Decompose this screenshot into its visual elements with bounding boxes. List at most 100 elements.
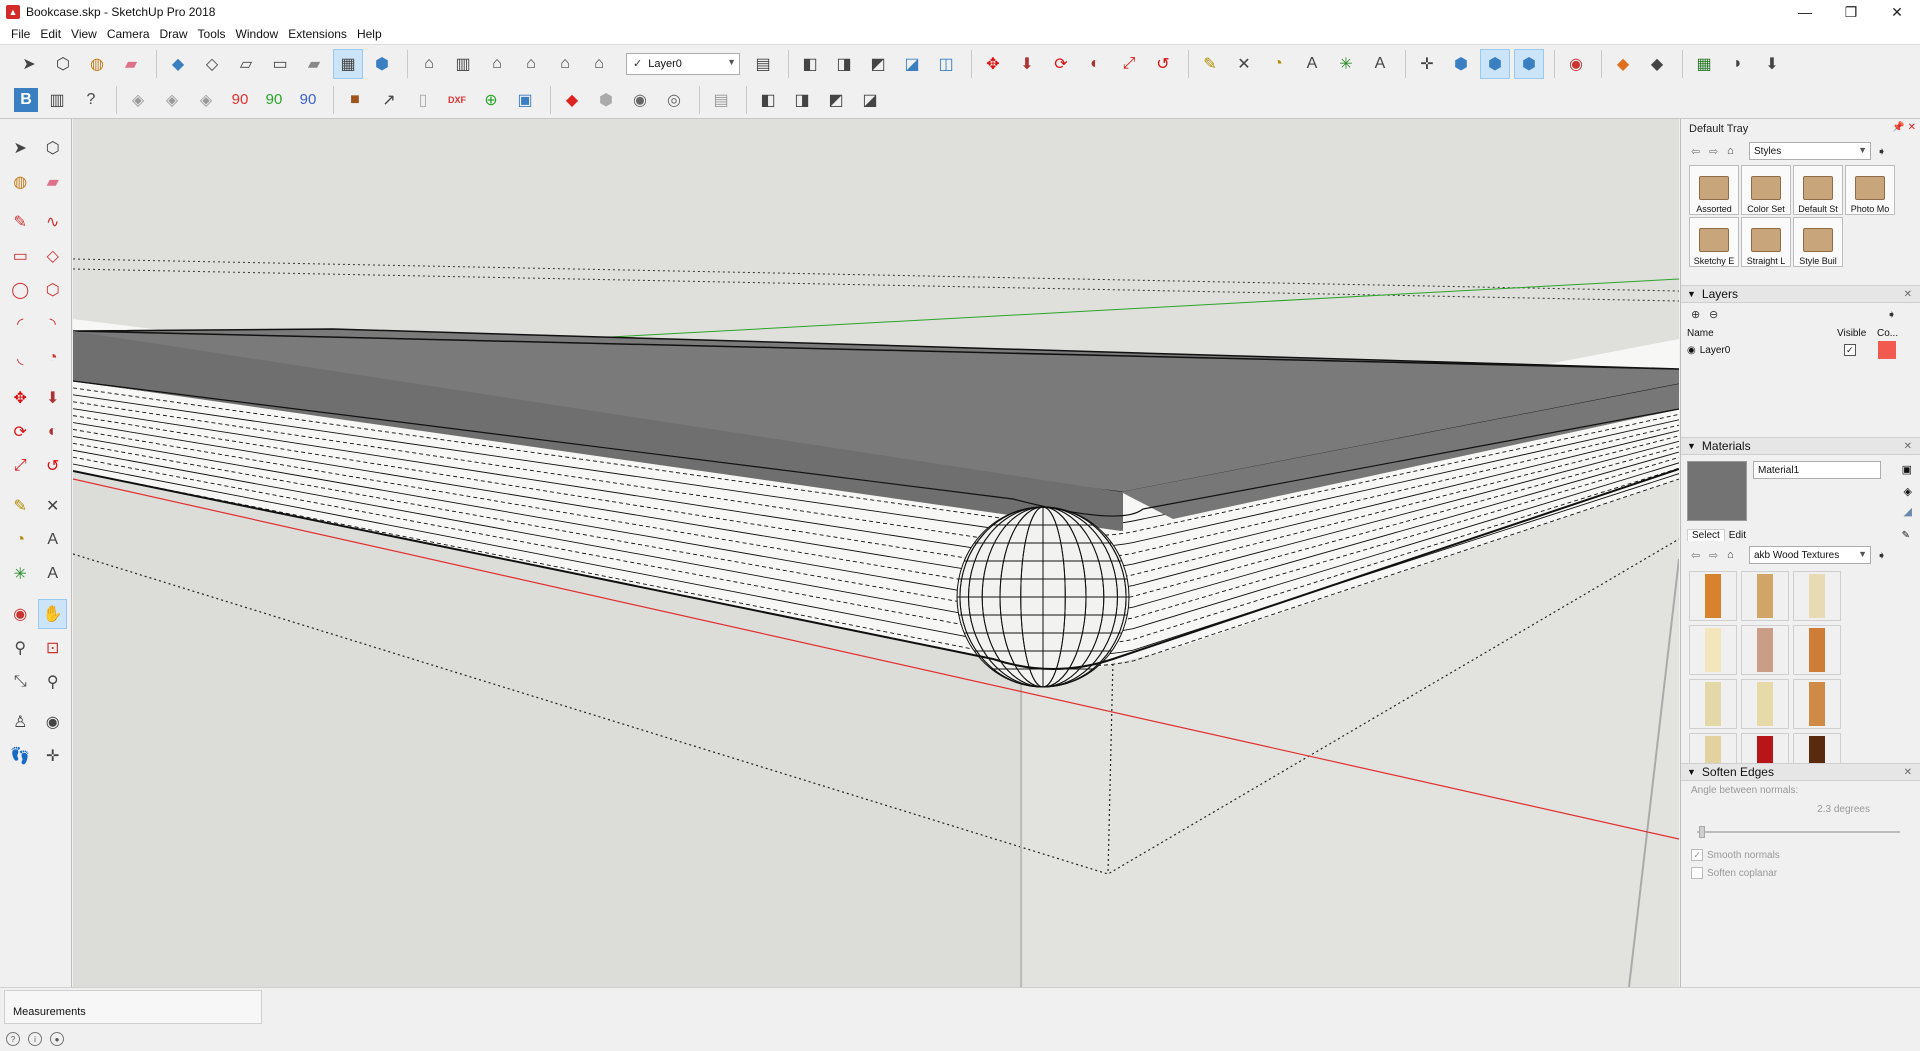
position-camera-icon[interactable]: ♙ xyxy=(6,707,35,737)
panel-close-icon[interactable]: ✕ xyxy=(1904,767,1912,778)
home-icon[interactable]: ⌂ xyxy=(1727,145,1745,157)
photo-textures-icon[interactable]: ◗ xyxy=(1723,49,1753,79)
zoom-extents-icon[interactable]: ⤡ xyxy=(6,667,35,697)
texture-swatch[interactable] xyxy=(1689,625,1737,675)
style-item[interactable]: Straight L xyxy=(1741,217,1791,267)
back-arrow-icon[interactable]: ⇦ xyxy=(1691,145,1709,158)
eyedropper-icon[interactable]: ✎ xyxy=(1902,530,1910,541)
material-library-combo[interactable]: akb Wood Textures ▼ xyxy=(1749,546,1871,564)
parallel-projection-icon[interactable]: ⬢ xyxy=(1514,48,1544,79)
panel-close-icon[interactable]: ✕ xyxy=(1904,289,1912,300)
forward-arrow-icon[interactable]: ⇨ xyxy=(1709,549,1727,562)
magnify-icon[interactable]: ◎ xyxy=(659,85,689,115)
orbit-icon[interactable]: ✛ xyxy=(1412,49,1442,79)
smooth-normals-checkbox[interactable]: ✓ xyxy=(1691,849,1703,861)
tab-select[interactable]: Select xyxy=(1687,529,1725,541)
hidden-line-icon[interactable]: ▭ xyxy=(265,49,295,79)
styles-combo[interactable]: Styles ▼ xyxy=(1749,142,1871,160)
layout-icon[interactable]: ◆ xyxy=(1608,49,1638,79)
cube-icon[interactable]: ⬢ xyxy=(591,85,621,115)
move-tool-icon[interactable]: ✥ xyxy=(978,49,1008,79)
rotate-tool-icon[interactable]: ⟳ xyxy=(1046,49,1076,79)
details-arrow-icon[interactable]: ➧ xyxy=(1877,145,1895,158)
menu-window[interactable]: Window xyxy=(231,27,284,41)
tape-icon[interactable]: ✎ xyxy=(6,491,35,521)
layers-panel-header[interactable]: ▼ Layers ✕ xyxy=(1681,285,1920,303)
layers-details-icon[interactable]: ➧ xyxy=(1887,308,1905,321)
scene-add-icon[interactable]: ◨ xyxy=(787,85,817,115)
union-icon[interactable]: ◩ xyxy=(863,49,893,79)
materials-panel-header[interactable]: ▼ Materials ✕ xyxy=(1681,437,1920,455)
angle-z[interactable]: 90 xyxy=(293,85,323,115)
add-location-icon[interactable]: ⬇ xyxy=(1757,49,1787,79)
dxf-export-button[interactable]: DXF xyxy=(442,85,472,115)
col-name[interactable]: Name xyxy=(1687,328,1837,339)
slider-thumb[interactable] xyxy=(1699,826,1705,838)
wireframe-icon[interactable]: ▱ xyxy=(231,49,261,79)
offset-icon[interactable]: ↺ xyxy=(39,451,68,481)
texture-swatch[interactable] xyxy=(1793,679,1841,729)
credits-icon[interactable]: i xyxy=(28,1032,42,1046)
paint-bucket-icon[interactable]: ◍ xyxy=(82,49,112,79)
texture-swatch[interactable] xyxy=(1741,733,1789,763)
user-icon[interactable]: ● xyxy=(50,1032,64,1046)
pie-icon[interactable]: ◔ xyxy=(39,343,68,373)
pushpull-icon[interactable]: ⬇ xyxy=(39,383,68,413)
protractor-icon[interactable]: ◔ xyxy=(1263,49,1293,79)
texture-swatch[interactable] xyxy=(1793,625,1841,675)
polygon-icon[interactable]: ⬡ xyxy=(39,275,68,305)
monochrome-icon[interactable]: ⬢ xyxy=(367,49,397,79)
front-view-icon[interactable]: ⌂ xyxy=(482,49,512,79)
menu-view[interactable]: View xyxy=(66,27,102,41)
back-edges-icon[interactable]: ◇ xyxy=(197,49,227,79)
add-icon[interactable]: ⊕ xyxy=(476,85,506,115)
angle-y[interactable]: 90 xyxy=(259,85,289,115)
eraser-icon[interactable]: ▰ xyxy=(116,49,146,79)
menu-help[interactable]: Help xyxy=(352,27,387,41)
close-button[interactable]: ✕ xyxy=(1874,0,1920,24)
top-view-icon[interactable]: ▥ xyxy=(448,49,478,79)
scale-icon[interactable]: ⤢ xyxy=(6,451,35,481)
style-item[interactable]: Style Buil xyxy=(1793,217,1843,267)
menu-camera[interactable]: Camera xyxy=(102,27,155,41)
smoove-icon[interactable]: ◈ xyxy=(191,85,221,115)
col-visible[interactable]: Visible xyxy=(1837,328,1877,339)
axes-tool-icon[interactable]: ✳ xyxy=(1331,49,1361,79)
solid-inspector-icon[interactable]: ◆ xyxy=(557,85,587,115)
minimize-button[interactable]: — xyxy=(1782,0,1828,24)
scale-tool-icon[interactable]: ⤢ xyxy=(1114,49,1144,79)
paint-icon[interactable]: ◍ xyxy=(6,167,35,197)
menu-edit[interactable]: Edit xyxy=(35,27,66,41)
freehand-icon[interactable]: ∿ xyxy=(39,207,68,237)
texture-swatch[interactable] xyxy=(1689,571,1737,621)
offset-tool-icon[interactable]: ↺ xyxy=(1148,49,1178,79)
texture-swatch[interactable] xyxy=(1741,625,1789,675)
text-tool-icon[interactable]: A xyxy=(1297,49,1327,79)
texture-swatch[interactable] xyxy=(1793,733,1841,763)
zoom-window-icon[interactable]: ⊡ xyxy=(39,633,68,663)
follow-me-icon[interactable]: ◐ xyxy=(1080,49,1110,79)
details-arrow-icon[interactable]: ➧ xyxy=(1877,549,1895,562)
3d-text-icon[interactable]: A xyxy=(1365,49,1395,79)
layer-dropdown[interactable]: ✓ Layer0 ▼ xyxy=(626,52,740,75)
eraser-tool-icon[interactable]: ▰ xyxy=(39,167,68,197)
measurements-field[interactable]: Measurements xyxy=(4,990,262,1024)
delete-layer-icon[interactable]: ⊖ xyxy=(1709,308,1727,321)
pan-hand-icon[interactable]: ✋ xyxy=(38,599,67,629)
walk-icon[interactable]: 👣 xyxy=(6,741,35,771)
dimension-icon[interactable]: ✕ xyxy=(1229,49,1259,79)
trim-icon[interactable]: ◫ xyxy=(931,49,961,79)
menu-file[interactable]: File xyxy=(6,27,35,41)
menu-draw[interactable]: Draw xyxy=(155,27,193,41)
move-icon[interactable]: ✥ xyxy=(6,383,35,413)
back-arrow-icon[interactable]: ⇦ xyxy=(1691,549,1709,562)
protractor-tool-icon[interactable]: ◔ xyxy=(6,525,35,555)
line-icon[interactable]: ✎ xyxy=(6,207,35,237)
rotate-icon[interactable]: ⟳ xyxy=(6,417,35,447)
rotated-rectangle-icon[interactable]: ◇ xyxy=(39,241,68,271)
paint-default-icon[interactable]: ◈ xyxy=(1904,485,1912,498)
scene-update-icon[interactable]: ◩ xyxy=(821,85,851,115)
style-item[interactable]: Color Set xyxy=(1741,165,1791,215)
outer-shell-icon[interactable]: ◧ xyxy=(795,49,825,79)
three-point-arc-icon[interactable]: ◟ xyxy=(6,343,35,373)
